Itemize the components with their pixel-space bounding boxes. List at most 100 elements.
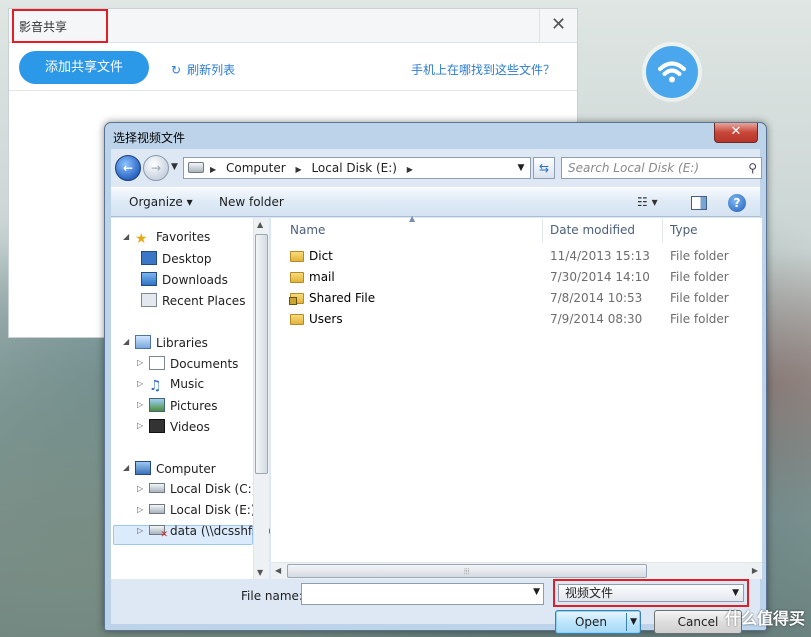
file-name: Dict (309, 249, 333, 263)
file-type-select[interactable]: 视频文件 ▼ (553, 579, 749, 607)
forward-arrow-icon[interactable]: → (143, 155, 169, 181)
address-bar[interactable]: ▶ Computer ▶ Local Disk (E:) ▶ ▼ (183, 157, 531, 179)
nav-music[interactable]: ▷ ♫ Music (137, 377, 204, 393)
file-row[interactable]: mail 7/30/2014 14:10 File folder (271, 267, 762, 288)
breadcrumb-local-disk-e[interactable]: Local Disk (E:) (311, 161, 397, 175)
wifi-icon[interactable] (646, 46, 698, 98)
nav-computer[interactable]: ◢ Computer (123, 461, 216, 476)
nav-local-disk-e[interactable]: ▷ Local Disk (E:) (137, 503, 256, 517)
file-list-hscrollbar[interactable]: ◀ ⦙⦙⦙ ▶ (271, 562, 762, 579)
downloads-icon (141, 272, 157, 286)
file-date: 7/8/2014 10:53 (550, 291, 643, 305)
collapse-arrow-icon[interactable]: ▷ (137, 421, 143, 430)
open-label: Open (574, 615, 608, 629)
dialog-title: 选择视频文件 (113, 131, 186, 145)
preview-pane-icon[interactable] (691, 196, 707, 210)
dialog-close-button[interactable]: ✕ (714, 123, 758, 143)
videos-icon (149, 419, 165, 433)
nav-label: Videos (170, 420, 210, 434)
file-name-input[interactable]: ▼ (301, 583, 544, 605)
file-list-pane: ▲ Name Date modified Type Dict 11/4/2013… (271, 214, 762, 579)
nav-scrollbar[interactable]: ▲ ▼ (253, 218, 269, 579)
open-file-dialog: 选择视频文件 ✕ ← → ▼ ▶ Computer ▶ Local Disk (… (104, 122, 767, 634)
column-header-name[interactable]: Name (271, 218, 543, 243)
nav-downloads[interactable]: Downloads (141, 272, 228, 287)
nav-documents[interactable]: ▷ Documents (137, 356, 239, 371)
nav-libraries[interactable]: ◢ Libraries (123, 335, 208, 350)
folder-icon (290, 251, 304, 262)
nav-label: Local Disk (C:) (170, 482, 257, 496)
collapse-arrow-icon[interactable]: ▷ (137, 400, 143, 409)
scroll-left-icon[interactable]: ◀ (275, 566, 281, 575)
scroll-up-icon[interactable]: ▲ (257, 220, 263, 229)
refresh-icon[interactable]: ⇆ (533, 157, 555, 179)
views-icon[interactable]: ☷ ▾ (637, 195, 658, 209)
breadcrumb-separator-icon[interactable]: ▶ (407, 165, 413, 174)
breadcrumb-separator-icon[interactable]: ▶ (295, 165, 301, 174)
file-type: File folder (670, 270, 729, 284)
organize-menu[interactable]: Organize ▾ (129, 195, 193, 209)
breadcrumb: ▶ Computer ▶ Local Disk (E:) ▶ (210, 158, 419, 180)
open-button[interactable]: Open ▼ (555, 610, 641, 634)
collapse-arrow-icon[interactable]: ▷ (137, 379, 143, 388)
column-header-date[interactable]: Date modified (543, 218, 663, 243)
nav-label: Libraries (156, 336, 208, 350)
file-type: File folder (670, 249, 729, 263)
computer-icon (135, 461, 151, 475)
file-row[interactable]: Dict 11/4/2013 15:13 File folder (271, 246, 762, 267)
help-icon[interactable]: ? (728, 194, 746, 212)
search-input[interactable]: Search Local Disk (E:) ⚲ (561, 157, 762, 179)
libraries-icon (135, 335, 151, 349)
collapse-arrow-icon[interactable]: ▷ (137, 358, 143, 367)
chevron-down-icon[interactable]: ▼ (630, 611, 637, 633)
navigation-pane: ◢ ★ Favorites Desktop Downloads Recent Pla… (111, 218, 271, 579)
network-drive-disconnected-icon (149, 525, 168, 540)
phone-help-link[interactable]: 手机上在哪找到这些文件？ (411, 61, 555, 78)
recent-locations-dropdown[interactable]: ▼ (171, 162, 178, 172)
new-folder-button[interactable]: New folder (219, 195, 284, 209)
scroll-thumb[interactable]: ⦙⦙⦙ (287, 564, 647, 578)
collapse-arrow-icon[interactable]: ▷ (137, 484, 143, 493)
split-divider (626, 613, 627, 631)
column-header-type[interactable]: Type (663, 218, 762, 243)
nav-recent-places[interactable]: Recent Places (141, 293, 245, 308)
collapse-arrow-icon[interactable]: ▷ (137, 505, 143, 514)
nav-desktop[interactable]: Desktop (141, 251, 212, 266)
refresh-list-link[interactable]: ↻ 刷新列表 (171, 61, 235, 78)
close-icon[interactable]: ✕ (539, 9, 577, 43)
desktop-icon (141, 251, 157, 265)
command-bar: Organize ▾ New folder ☷ ▾ ? (111, 187, 760, 217)
nav-videos[interactable]: ▷ Videos (137, 419, 210, 434)
expand-arrow-icon[interactable]: ◢ (123, 232, 129, 241)
file-type-value-box[interactable]: 视频文件 ▼ (558, 584, 744, 602)
drive-icon (149, 504, 165, 514)
chevron-down-icon[interactable]: ▼ (732, 585, 739, 601)
organize-label: Organize (129, 195, 183, 209)
back-arrow-icon[interactable]: ← (115, 155, 141, 181)
add-shared-file-button[interactable]: 添加共享文件 (19, 51, 149, 84)
expand-arrow-icon[interactable]: ◢ (123, 463, 129, 472)
collapse-arrow-icon[interactable]: ▷ (137, 526, 143, 535)
search-icon: ⚲ (748, 161, 757, 175)
file-row[interactable]: Shared File 7/8/2014 10:53 File folder (271, 288, 762, 309)
expand-arrow-icon[interactable]: ◢ (123, 337, 129, 346)
nav-pictures[interactable]: ▷ Pictures (137, 398, 218, 413)
nav-label: Documents (170, 357, 239, 371)
file-date: 11/4/2013 15:13 (550, 249, 650, 263)
scroll-down-icon[interactable]: ▼ (257, 568, 263, 577)
chevron-down-icon[interactable]: ▼ (533, 587, 540, 597)
close-icon: ✕ (730, 124, 742, 139)
breadcrumb-separator-icon[interactable]: ▶ (210, 165, 216, 174)
nav-local-disk-c[interactable]: ▷ Local Disk (C:) (137, 482, 257, 496)
scroll-thumb[interactable] (255, 234, 268, 474)
scroll-right-icon[interactable]: ▶ (752, 566, 758, 575)
nav-label: Favorites (156, 230, 211, 244)
nav-label: Computer (156, 462, 216, 476)
nav-favorites[interactable]: ◢ ★ Favorites (123, 230, 211, 246)
pictures-icon (149, 398, 165, 412)
chevron-down-icon[interactable]: ▼ (512, 158, 530, 178)
documents-icon (149, 356, 165, 370)
breadcrumb-computer[interactable]: Computer (226, 161, 286, 175)
file-row[interactable]: Users 7/9/2014 08:30 File folder (271, 309, 762, 330)
drive-icon (149, 483, 165, 493)
